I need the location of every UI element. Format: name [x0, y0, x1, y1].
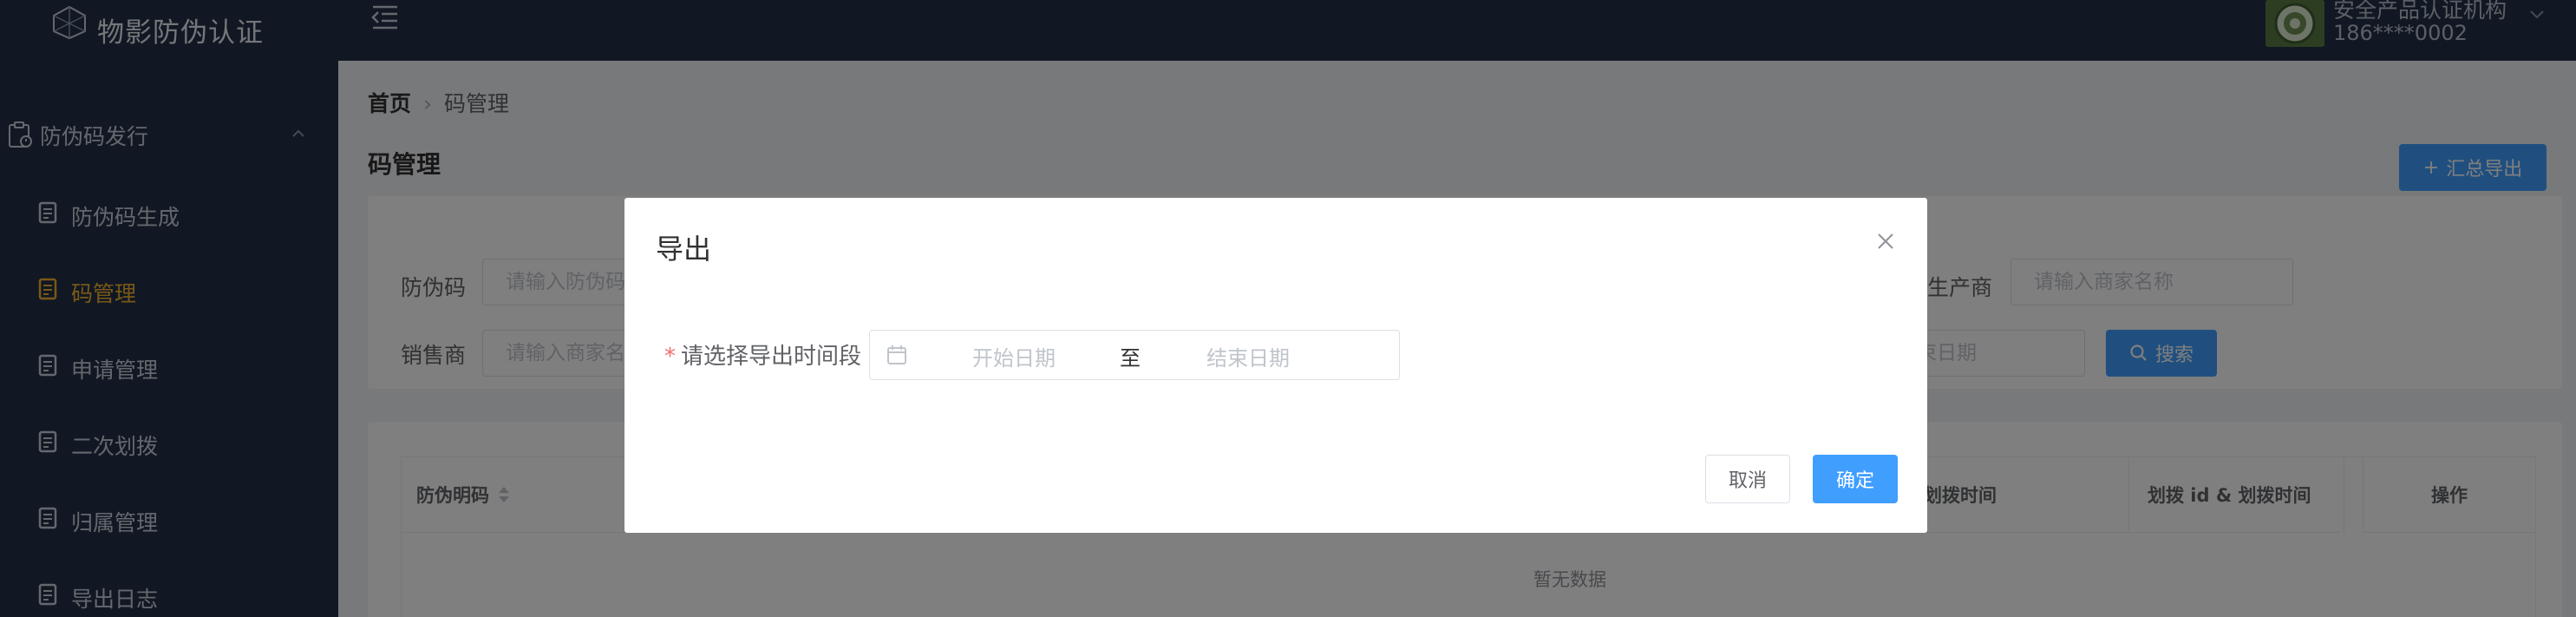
export-period-label-text: 请选择导出时间段 — [681, 344, 862, 370]
dialog-title: 导出 — [656, 233, 712, 266]
export-period-label: * 请选择导出时间段 — [664, 338, 861, 371]
end-date-input[interactable]: 结束日期 — [1206, 341, 1290, 371]
cancel-button[interactable]: 取消 — [1705, 455, 1790, 503]
required-mark: * — [664, 344, 676, 370]
calendar-icon — [887, 345, 906, 364]
range-separator: 至 — [1120, 346, 1141, 371]
date-range-picker[interactable]: 开始日期 至 结束日期 — [869, 330, 1400, 380]
start-date-input[interactable]: 开始日期 — [972, 341, 1056, 371]
export-dialog: 导出 * 请选择导出时间段 开始日期 至 结束日期 取消 确定 — [624, 198, 1927, 533]
confirm-button[interactable]: 确定 — [1813, 455, 1898, 503]
close-icon[interactable] — [1873, 229, 1898, 253]
